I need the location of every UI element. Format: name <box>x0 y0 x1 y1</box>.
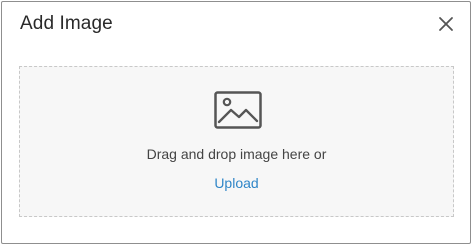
close-icon <box>439 17 453 31</box>
upload-link[interactable]: Upload <box>214 175 258 191</box>
close-button[interactable] <box>436 14 456 34</box>
image-icon <box>214 91 262 129</box>
add-image-dialog: Add Image Drag and drop image here or Up… <box>1 1 471 244</box>
dropzone-instruction: Drag and drop image here or <box>146 146 327 162</box>
dialog-title: Add Image <box>20 13 113 34</box>
image-dropzone[interactable]: Drag and drop image here or Upload <box>19 66 454 217</box>
